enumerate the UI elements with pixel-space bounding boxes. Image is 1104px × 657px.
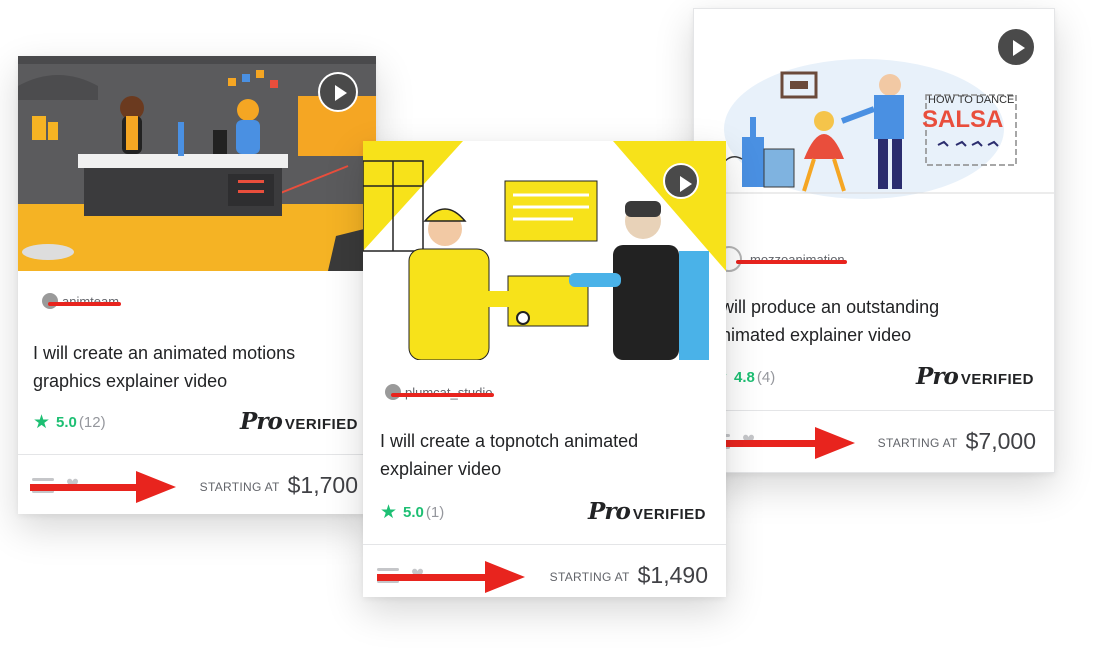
- seller-name[interactable]: animteam: [47, 294, 122, 309]
- verified-label: VERIFIED: [960, 371, 1034, 388]
- rating-score: 5.0: [403, 504, 424, 521]
- price[interactable]: STARTING AT $7,000: [878, 411, 1036, 471]
- gig-footer: ♥ STARTING AT $1,490: [363, 544, 726, 597]
- red-arrow-icon: [377, 561, 525, 593]
- seller-name[interactable]: plumcat_studio: [390, 385, 495, 400]
- seller-info[interactable]: plumcat_studio: [385, 384, 495, 400]
- star-icon: ★: [33, 412, 51, 433]
- starting-at-label: STARTING AT: [199, 479, 280, 494]
- gig-card-animteam[interactable]: animteam I will create an animated motio…: [18, 56, 376, 514]
- gig-footer: ♥ STARTING AT $7,000: [694, 410, 1054, 471]
- gig-card-mozzoanimation[interactable]: HOW TO DANCE SALSA mozzoanimation I will…: [693, 8, 1055, 473]
- verified-label: VERIFIED: [632, 506, 706, 523]
- pro-logo: Pro: [588, 498, 631, 525]
- play-icon[interactable]: [318, 72, 358, 112]
- price[interactable]: STARTING AT $1,700: [200, 455, 358, 514]
- pro-logo: Pro: [240, 408, 283, 435]
- price[interactable]: STARTING AT $1,490: [550, 545, 708, 597]
- starting-at-label: STARTING AT: [877, 435, 958, 450]
- gig-title-line2: explainer video: [380, 459, 502, 479]
- gig-title[interactable]: I will create an animated motions graphi…: [33, 339, 295, 395]
- rating-count: (4): [756, 369, 776, 386]
- gig-title-line1: I will create an animated motions: [33, 343, 296, 363]
- gig-footer: ♥ STARTING AT $1,700: [18, 454, 376, 514]
- seller-info[interactable]: animteam: [42, 293, 122, 309]
- pro-logo: Pro: [916, 363, 959, 390]
- rating-count: (1): [425, 504, 445, 521]
- verified-label: VERIFIED: [284, 416, 358, 433]
- play-icon[interactable]: [996, 27, 1036, 67]
- play-icon[interactable]: [663, 163, 699, 199]
- gig-title-line1: I will create a topnotch animated: [380, 431, 639, 451]
- gig-title-line2: graphics explainer video: [33, 371, 228, 391]
- gig-card-plumcat-studio[interactable]: plumcat_studio I will create a topnotch …: [363, 141, 726, 597]
- gig-title[interactable]: I will create a topnotch animated explai…: [380, 427, 638, 483]
- rating-score: 5.0: [56, 414, 77, 431]
- rating-count: (12): [78, 414, 106, 431]
- seller-name[interactable]: mozzoanimation: [736, 252, 847, 267]
- gig-title-line1: I will produce an outstanding: [711, 297, 940, 317]
- starting-at-label: STARTING AT: [549, 569, 630, 584]
- pro-verified-badge: Pro VERIFIED: [916, 363, 1034, 390]
- price-value: $1,490: [637, 561, 708, 588]
- salsa-word: SALSA: [922, 106, 1003, 133]
- salsa-heading: HOW TO DANCE: [928, 94, 1014, 106]
- seller-info[interactable]: mozzoanimation: [716, 246, 847, 272]
- gig-title[interactable]: I will produce an outstanding animated e…: [711, 293, 939, 349]
- price-value: $1,700: [287, 471, 358, 498]
- rating: ★ 5.0 (12): [33, 413, 106, 432]
- price-value: $7,000: [965, 427, 1036, 454]
- red-arrow-icon: [30, 471, 176, 503]
- star-icon: ★: [380, 502, 398, 523]
- pro-verified-badge: Pro VERIFIED: [588, 498, 706, 525]
- rating: ★ 5.0 (1): [380, 503, 444, 522]
- pro-verified-badge: Pro VERIFIED: [240, 408, 358, 435]
- rating-score: 4.8: [734, 369, 755, 386]
- gig-title-line2: animated explainer video: [711, 325, 912, 345]
